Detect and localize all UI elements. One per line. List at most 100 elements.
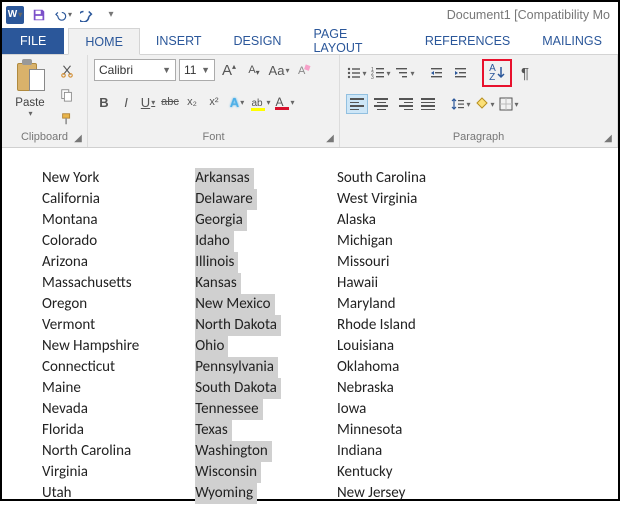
list-item-selected: North Dakota	[195, 315, 281, 336]
paragraph-dialog-launcher[interactable]: ◢	[602, 133, 614, 145]
italic-button[interactable]: I	[116, 91, 136, 113]
sort-button[interactable]: AZ	[485, 62, 509, 84]
increase-indent-button[interactable]	[450, 62, 472, 84]
align-right-button[interactable]	[394, 94, 416, 114]
list-item: Connecticut	[42, 357, 139, 378]
chevron-down-icon: ▼	[162, 65, 171, 75]
font-name-combo[interactable]: Calibri ▼	[94, 59, 176, 81]
document-body[interactable]: New YorkCaliforniaMontanaColoradoArizona…	[2, 148, 618, 514]
font-group-label: Font	[202, 131, 224, 143]
document-title: Document1 [Compatibility Mo	[120, 8, 618, 22]
ribbon-tabs: FILE HOME INSERT DESIGN PAGE LAYOUT REFE…	[2, 28, 618, 54]
list-item: Virginia	[42, 462, 139, 483]
font-dialog-launcher[interactable]: ◢	[324, 133, 336, 145]
list-item-selected: Washington	[195, 441, 272, 462]
word-glyph: W	[8, 9, 17, 20]
chevron-down-icon: ▼	[201, 65, 210, 75]
copy-button[interactable]	[56, 85, 78, 105]
list-item-selected: Tennessee	[195, 399, 262, 420]
list-item: Montana	[42, 210, 139, 231]
tab-mailings[interactable]: MAILINGS	[526, 28, 618, 54]
quick-access-toolbar: W ▾ ▾ ▾	[2, 5, 120, 25]
list-item-selected: Wisconsin	[195, 462, 261, 483]
font-size-combo[interactable]: 11 ▼	[179, 59, 215, 81]
list-item: Nebraska	[337, 378, 426, 399]
superscript-button[interactable]: x²	[204, 91, 224, 113]
bullets-button[interactable]: ▾	[346, 62, 368, 84]
tab-design[interactable]: DESIGN	[218, 28, 298, 54]
list-item-selected: Illinois	[195, 252, 238, 273]
strikethrough-button[interactable]: abc	[160, 91, 180, 113]
list-item: Nevada	[42, 399, 139, 420]
borders-button[interactable]: ▾	[498, 93, 520, 115]
paragraph-group-label: Paragraph	[453, 131, 504, 143]
list-item: Maryland	[337, 294, 426, 315]
shrink-font-button[interactable]: A▾	[243, 59, 265, 81]
list-item-selected: Pennsylvania	[195, 357, 278, 378]
list-item: Alaska	[337, 210, 426, 231]
justify-button[interactable]	[418, 94, 440, 114]
list-item: Kentucky	[337, 462, 426, 483]
group-paragraph: ▾ 123▾ ▾	[340, 55, 618, 147]
shading-button[interactable]: ▾	[474, 93, 496, 115]
redo-button[interactable]	[78, 5, 96, 25]
tab-insert[interactable]: INSERT	[140, 28, 218, 54]
group-font: Calibri ▼ 11 ▼ A▴ A▾ Aa▾ A B	[88, 55, 340, 147]
highlight-button[interactable]: ab ▾	[250, 91, 272, 113]
titlebar: W ▾ ▾ ▾ Document1 [Compatibility Mo	[2, 2, 618, 28]
ribbon: Paste ▾ Clipboard ◢	[2, 54, 618, 148]
tab-home[interactable]: HOME	[68, 28, 140, 55]
list-item: Indiana	[337, 441, 426, 462]
font-color-button[interactable]: A ▾	[274, 91, 296, 113]
app-menu-arrow: ▾	[18, 10, 22, 19]
line-spacing-button[interactable]: ▾	[450, 93, 472, 115]
list-item: South Carolina	[337, 168, 426, 189]
tab-page-layout[interactable]: PAGE LAYOUT	[297, 28, 408, 54]
list-item: Missouri	[337, 252, 426, 273]
list-item: Rhode Island	[337, 315, 426, 336]
paste-icon	[15, 59, 45, 95]
underline-button[interactable]: U▾	[138, 91, 158, 113]
tab-references[interactable]: REFERENCES	[409, 28, 526, 54]
list-item-selected: Georgia	[195, 210, 247, 231]
list-item-selected: Kansas	[195, 273, 241, 294]
tab-file[interactable]: FILE	[2, 28, 64, 54]
show-hide-button[interactable]: ¶	[514, 62, 536, 84]
decrease-indent-button[interactable]	[426, 62, 448, 84]
svg-text:A: A	[298, 65, 306, 77]
paste-button[interactable]: Paste ▾	[8, 59, 52, 118]
list-item: Louisiana	[337, 336, 426, 357]
clear-formatting-button[interactable]: A	[293, 59, 315, 81]
subscript-button[interactable]: x₂	[182, 91, 202, 113]
change-case-button[interactable]: Aa▾	[268, 59, 290, 81]
list-item: New Hampshire	[42, 336, 139, 357]
clipboard-dialog-launcher[interactable]: ◢	[72, 133, 84, 145]
bold-button[interactable]: B	[94, 91, 114, 113]
svg-text:3: 3	[371, 75, 374, 80]
align-left-button[interactable]	[346, 94, 368, 114]
cut-button[interactable]	[56, 61, 78, 81]
list-item-selected: Idaho	[195, 231, 234, 252]
qat-customize[interactable]: ▾	[102, 5, 120, 25]
list-item-selected: New Mexico	[195, 294, 274, 315]
grow-font-button[interactable]: A▴	[218, 59, 240, 81]
align-center-button[interactable]	[370, 94, 392, 114]
word-app-icon[interactable]: W ▾	[6, 6, 24, 24]
list-item: Michigan	[337, 231, 426, 252]
text-column-left: New YorkCaliforniaMontanaColoradoArizona…	[42, 168, 139, 504]
multilevel-list-button[interactable]: ▾	[394, 62, 416, 84]
list-item: West Virginia	[337, 189, 426, 210]
text-effects-button[interactable]: A▾	[226, 91, 248, 113]
save-button[interactable]	[30, 5, 48, 25]
sort-button-highlight: AZ	[482, 59, 512, 87]
list-item: Florida	[42, 420, 139, 441]
list-item-selected: South Dakota	[195, 378, 281, 399]
list-item: Oregon	[42, 294, 139, 315]
list-item: North Carolina	[42, 441, 139, 462]
numbering-button[interactable]: 123▾	[370, 62, 392, 84]
font-size-value: 11	[184, 63, 196, 77]
format-painter-button[interactable]	[56, 109, 78, 129]
list-item-selected: Texas	[195, 420, 232, 441]
undo-button[interactable]: ▾	[54, 5, 72, 25]
paste-label: Paste	[15, 97, 44, 109]
